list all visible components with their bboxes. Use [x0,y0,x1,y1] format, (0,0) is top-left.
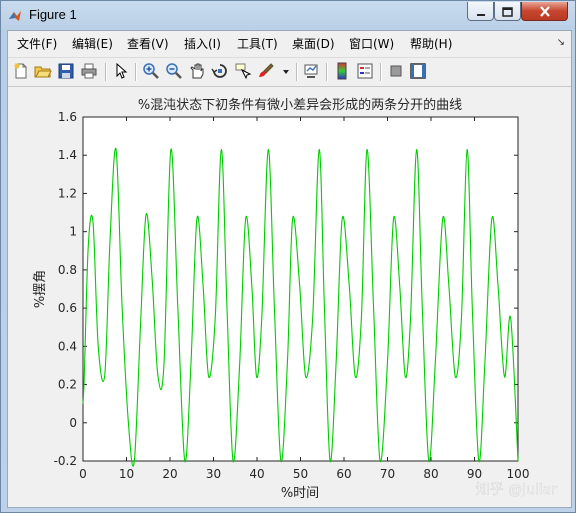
y-tick-label: 0 [69,416,77,430]
menu-view[interactable]: 查看(V) [127,35,169,52]
y-axis-label: %摆角 [33,270,48,308]
menu-help[interactable]: 帮助(H) [410,35,452,52]
menu-insert[interactable]: 插入(I) [184,35,221,52]
rotate-icon[interactable] [211,62,229,80]
toolbar-separator [380,63,382,81]
x-tick-label: 20 [162,467,177,481]
x-tick-label: 0 [79,467,87,481]
x-tick-label: 100 [507,467,530,481]
chart-title: %混沌状态下初条件有微小差异会形成的两条分开的曲线 [138,97,462,113]
figure-canvas: 0 10 20 30 40 50 60 70 80 90 100 -0.2 0 0.2 0.4 0.6 0.8 1… [8,87,571,507]
save-icon[interactable] [57,62,75,80]
link-icon[interactable] [302,62,320,80]
minimize-icon [476,2,486,21]
toolbar-separator [105,63,107,81]
y-tick-label: 1 [69,225,77,239]
toolbar-separator [135,63,137,81]
menu-window[interactable]: 窗口(W) [349,35,394,52]
zoom-in-icon[interactable] [142,62,160,80]
x-tick-label: 50 [293,467,308,481]
close-icon [539,2,551,21]
y-tick-label: 0.6 [58,301,77,315]
hide-plot-tools-icon[interactable] [387,62,405,80]
x-tick-label: 60 [336,467,351,481]
y-tick-label: 1.4 [58,148,77,162]
pointer-icon[interactable] [112,62,130,80]
x-tick-label: 40 [249,467,264,481]
menu-dock-arrow-icon[interactable]: ↘ [557,37,565,48]
y-tick-label: 1.2 [58,186,77,200]
close-button[interactable] [521,2,568,21]
x-tick-label: 70 [380,467,395,481]
x-tick-label: 80 [423,467,438,481]
pan-icon[interactable] [188,62,206,80]
brush-icon[interactable] [257,62,275,80]
zoom-out-icon[interactable] [165,62,183,80]
toolbar-separator [296,63,298,81]
x-tick-label: 30 [206,467,221,481]
plot-svg: 0 10 20 30 40 50 60 70 80 90 100-0.200.20.40.60.81… [33,97,558,501]
axes-background [82,116,519,462]
figure-window: Figure 1 文件(F) 编辑(E) 查看(V) 插入(I) 工具(T) 桌… [0,0,576,513]
y-tick-label: 0.4 [58,339,77,353]
y-tick-label: 0.8 [58,263,77,277]
y-tick-label: 1.6 [58,110,77,124]
x-tick-label: 10 [119,467,134,481]
menu-tools[interactable]: 工具(T) [237,35,278,52]
y-tick-label: -0.2 [54,454,77,468]
x-tick-label: 90 [467,467,482,481]
maximize-icon [502,2,513,21]
figure-toolbar [8,57,571,87]
menu-file[interactable]: 文件(F) [17,35,57,52]
menu-bar: 文件(F) 编辑(E) 查看(V) 插入(I) 工具(T) 桌面(D) 窗口(W… [8,31,571,55]
window-title: Figure 1 [29,7,77,22]
brush-dropdown-icon[interactable] [277,62,289,80]
minimize-button[interactable] [467,2,494,21]
show-plot-tools-icon[interactable] [409,62,427,80]
open-icon[interactable] [34,62,52,80]
print-icon[interactable] [80,62,98,80]
new-figure-icon[interactable] [12,62,30,80]
x-axis-label: %时间 [281,486,319,501]
watermark-text: 知乎 @juliar [476,481,558,498]
toolbar-separator [326,63,328,81]
y-tick-label: 0.2 [58,378,77,392]
legend-icon[interactable] [356,62,374,80]
matlab-logo-icon [8,8,22,22]
menu-edit[interactable]: 编辑(E) [72,35,113,52]
data-cursor-icon[interactable] [234,62,252,80]
menu-desktop[interactable]: 桌面(D) [292,35,335,52]
client-area: 文件(F) 编辑(E) 查看(V) 插入(I) 工具(T) 桌面(D) 窗口(W… [7,30,572,508]
title-bar[interactable]: Figure 1 [1,1,575,29]
colorbar-icon[interactable] [333,62,351,80]
maximize-button[interactable] [494,2,521,21]
